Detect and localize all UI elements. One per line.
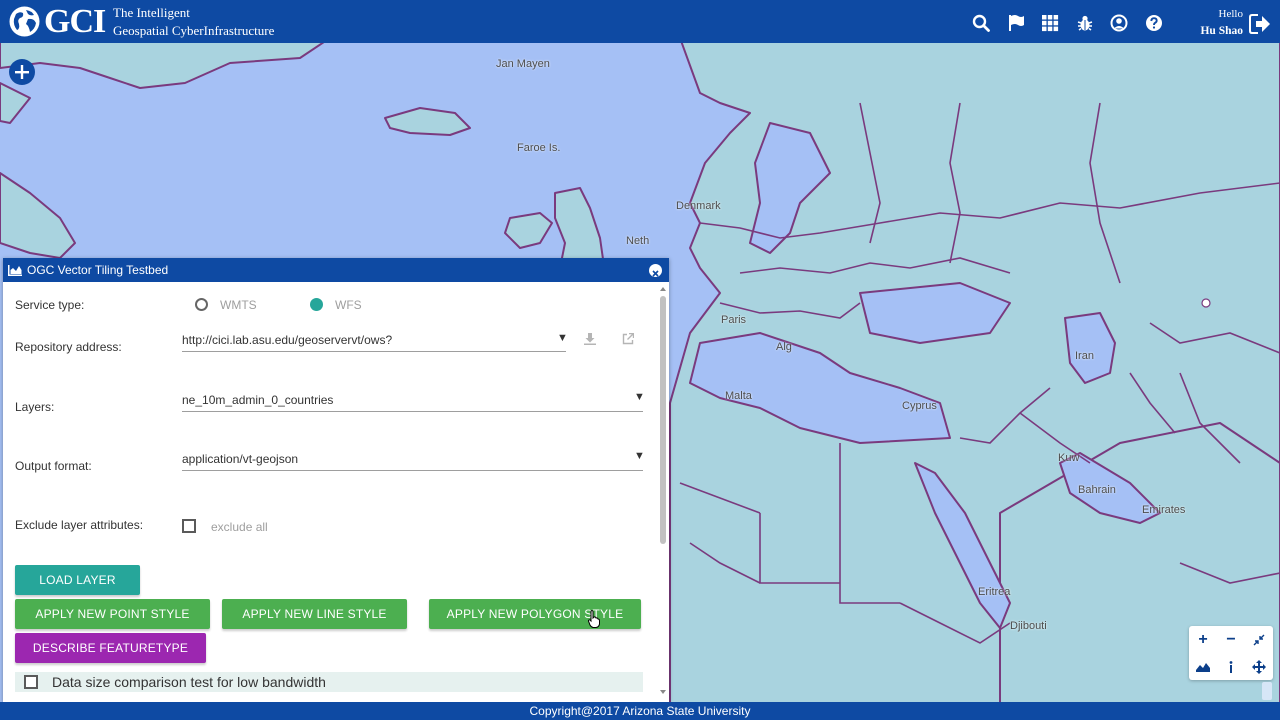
zoom-out-icon[interactable]: −: [1217, 626, 1245, 653]
describe-featuretype-button[interactable]: DESCRIBE FEATURETYPE: [15, 633, 206, 663]
map-label: Kuw: [1058, 452, 1080, 464]
plus-icon: [15, 65, 29, 79]
greeting-text: Hello: [1218, 8, 1243, 20]
chart-area-icon: [8, 265, 22, 276]
exclude-all-checkbox[interactable]: [182, 519, 196, 533]
layers-select[interactable]: ne_10m_admin_0_countries: [182, 388, 643, 412]
wfs-label[interactable]: WFS: [335, 298, 362, 312]
copyright-text: Copyright@2017 Arizona State University: [529, 704, 751, 718]
info-icon[interactable]: [1217, 653, 1245, 680]
wfs-radio[interactable]: [310, 298, 323, 311]
wmts-radio[interactable]: [195, 298, 208, 311]
output-format-label: Output format:: [15, 459, 92, 473]
output-dropdown-icon[interactable]: ▼: [634, 450, 645, 462]
tagline-line-2: Geospatial CyberInfrastructure: [113, 23, 275, 38]
apply-polygon-style-button[interactable]: APPLY NEW POLYGON STYLE: [429, 599, 641, 629]
map-label: Alg: [776, 341, 792, 353]
zoom-in-icon[interactable]: +: [1189, 626, 1217, 653]
search-icon[interactable]: [972, 14, 990, 32]
external-link-icon[interactable]: [622, 333, 634, 345]
account-icon[interactable]: [1110, 14, 1128, 32]
map-label: Paris: [721, 314, 747, 326]
scroll-down-icon[interactable]: [660, 690, 666, 694]
bandwidth-test-label[interactable]: Data size comparison test for low bandwi…: [52, 674, 326, 690]
repository-select[interactable]: http://cici.lab.asu.edu/geoservervt/ows?: [182, 328, 566, 352]
logout-icon[interactable]: [1249, 14, 1271, 34]
scroll-up-icon[interactable]: [660, 287, 666, 291]
add-layer-button[interactable]: [9, 59, 35, 85]
basemap-icon[interactable]: [1189, 653, 1217, 680]
repository-dropdown-icon[interactable]: ▼: [557, 332, 568, 344]
collapse-icon[interactable]: [1245, 626, 1273, 653]
apply-point-style-button[interactable]: APPLY NEW POINT STYLE: [15, 599, 210, 629]
map-label: Denmark: [676, 200, 721, 212]
map-label: Iran: [1075, 350, 1094, 362]
panel-scrollbar[interactable]: [657, 284, 669, 700]
layers-label: Layers:: [15, 400, 55, 414]
user-name[interactable]: Hu Shao: [1200, 23, 1243, 40]
map-label: Eritrea: [978, 586, 1011, 598]
brand-name: GCI: [44, 3, 106, 40]
footer: Copyright@2017 Arizona State University: [0, 702, 1280, 720]
tagline-line-1: The Intelligent: [113, 5, 190, 20]
map-label: Emirates: [1142, 504, 1186, 516]
service-type-label: Service type:: [15, 298, 85, 312]
bandwidth-test-checkbox[interactable]: [24, 675, 38, 689]
hand-cursor-icon: [588, 610, 600, 628]
brand-tagline: The Intelligent Geospatial CyberInfrastr…: [113, 4, 274, 40]
panel-title: OGC Vector Tiling Testbed: [27, 263, 169, 277]
bandwidth-test-row[interactable]: Data size comparison test for low bandwi…: [15, 672, 643, 692]
bug-icon[interactable]: [1076, 14, 1094, 32]
map-label: Jan Mayen: [496, 58, 550, 70]
pan-icon[interactable]: [1245, 653, 1273, 680]
repository-label: Repository address:: [15, 340, 122, 354]
apps-grid-icon[interactable]: [1041, 14, 1059, 32]
map-label: Bahrain: [1078, 484, 1116, 496]
exclude-all-label[interactable]: exclude all: [211, 520, 268, 534]
user-greeting: Hello Hu Shao: [1200, 6, 1243, 40]
map-label: Neth: [626, 235, 650, 247]
map-label: Djibouti: [1010, 620, 1047, 632]
vector-tiling-panel: OGC Vector Tiling Testbed Service type: …: [3, 258, 669, 702]
map-tools-panel: + −: [1189, 626, 1273, 680]
layers-dropdown-icon[interactable]: ▼: [634, 391, 645, 403]
flag-icon[interactable]: [1007, 14, 1025, 32]
scrollbar-thumb[interactable]: [660, 296, 666, 544]
close-icon[interactable]: [649, 264, 662, 277]
gci-logo[interactable]: GCI: [8, 3, 106, 40]
load-layer-button[interactable]: LOAD LAYER: [15, 565, 140, 595]
help-icon[interactable]: [1145, 14, 1163, 32]
map-label: Malta: [725, 390, 752, 402]
exclude-attributes-label: Exclude layer attributes:: [15, 518, 144, 532]
page-scroll-handle[interactable]: [1262, 682, 1272, 700]
download-icon[interactable]: [584, 333, 596, 345]
output-format-select[interactable]: application/vt-geojson: [182, 447, 643, 471]
map-label: Cyprus: [902, 400, 937, 412]
apply-line-style-button[interactable]: APPLY NEW LINE STYLE: [222, 599, 407, 629]
wmts-label[interactable]: WMTS: [220, 298, 257, 312]
panel-header[interactable]: OGC Vector Tiling Testbed: [3, 258, 669, 282]
globe-icon: [9, 6, 40, 37]
top-navigation-bar: GCI The Intelligent Geospatial CyberInfr…: [0, 0, 1280, 43]
map-label: Faroe Is.: [517, 142, 561, 154]
